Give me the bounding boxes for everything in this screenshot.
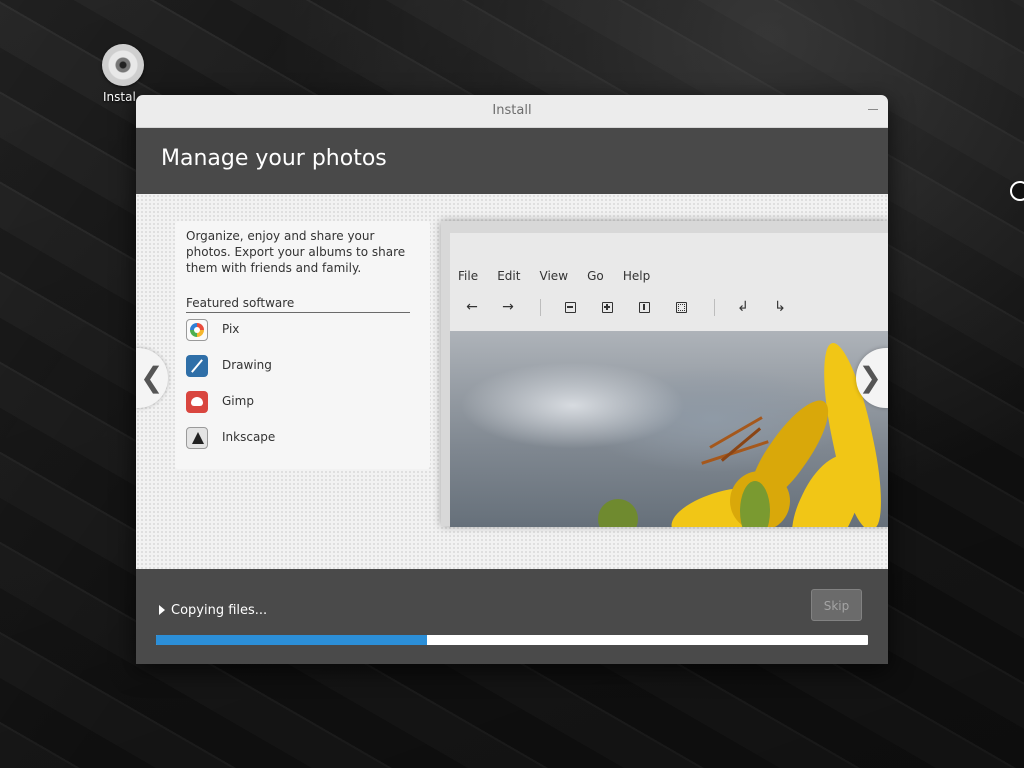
app-name: Gimp xyxy=(222,394,254,408)
inkscape-icon xyxy=(186,427,208,449)
progress-fill xyxy=(156,635,427,645)
preview-menu-help: Help xyxy=(622,269,651,283)
pix-icon xyxy=(186,319,208,341)
progress-status[interactable]: Copying files... xyxy=(159,603,267,618)
preview-menu-go: Go xyxy=(587,269,604,283)
page-title: Manage your photos xyxy=(161,146,387,171)
preview-menu-edit: Edit xyxy=(497,269,521,283)
zoom-fit-icon xyxy=(671,297,691,317)
gimp-icon xyxy=(186,391,208,413)
preview-toolbar: ← → ↲ ↳ xyxy=(462,297,882,317)
featured-app-pix: Pix xyxy=(186,319,386,343)
skip-button[interactable]: Skip xyxy=(811,589,862,621)
preview-menu-file: File xyxy=(458,269,479,283)
zoom-original-icon xyxy=(634,297,654,317)
rotate-left-icon: ↲ xyxy=(737,299,749,315)
featured-app-inkscape: Inkscape xyxy=(186,427,386,451)
chevron-left-icon: ❮ xyxy=(140,361,164,394)
description-panel: Organize, enjoy and share your photos. E… xyxy=(175,221,430,469)
toolbar-separator xyxy=(714,299,715,316)
drawing-icon xyxy=(186,355,208,377)
featured-software-heading: Featured software xyxy=(186,296,410,313)
preview-app-window: File Edit View Go Help ← → ↲ ↳ xyxy=(450,233,888,527)
expand-arrow-icon[interactable] xyxy=(159,605,165,615)
zoom-in-icon xyxy=(597,297,617,317)
titlebar[interactable]: Install xyxy=(136,95,888,128)
app-name: Pix xyxy=(222,322,240,336)
app-name: Inkscape xyxy=(222,430,276,444)
featured-app-drawing: Drawing xyxy=(186,355,386,379)
preview-menu-view: View xyxy=(539,269,569,283)
slide-description: Organize, enjoy and share your photos. E… xyxy=(186,229,406,275)
progress-bar xyxy=(156,635,868,645)
back-arrow-icon: ← xyxy=(466,299,478,315)
install-footer: Copying files... Skip xyxy=(136,569,888,664)
installer-window: Install Manage your photos Organize, enj… xyxy=(136,95,888,664)
status-text: Copying files... xyxy=(171,603,268,618)
slide-header: Manage your photos xyxy=(136,128,888,195)
minimize-button[interactable] xyxy=(868,109,878,110)
app-name: Drawing xyxy=(222,358,272,372)
mouse-cursor xyxy=(1010,181,1024,201)
app-preview-screenshot: File Edit View Go Help ← → ↲ ↳ xyxy=(441,221,888,527)
photo-leaf xyxy=(598,499,638,527)
chevron-right-icon: ❯ xyxy=(858,361,882,394)
slideshow-panel: Organize, enjoy and share your photos. E… xyxy=(136,194,888,569)
disc-icon xyxy=(102,44,144,86)
toolbar-separator xyxy=(540,299,541,316)
forward-arrow-icon: → xyxy=(502,299,514,315)
preview-photo xyxy=(450,331,888,527)
preview-menubar: File Edit View Go Help xyxy=(458,265,664,283)
window-title: Install xyxy=(492,103,532,118)
featured-app-gimp: Gimp xyxy=(186,391,386,415)
rotate-right-icon: ↳ xyxy=(774,299,786,315)
zoom-out-icon xyxy=(560,297,580,317)
